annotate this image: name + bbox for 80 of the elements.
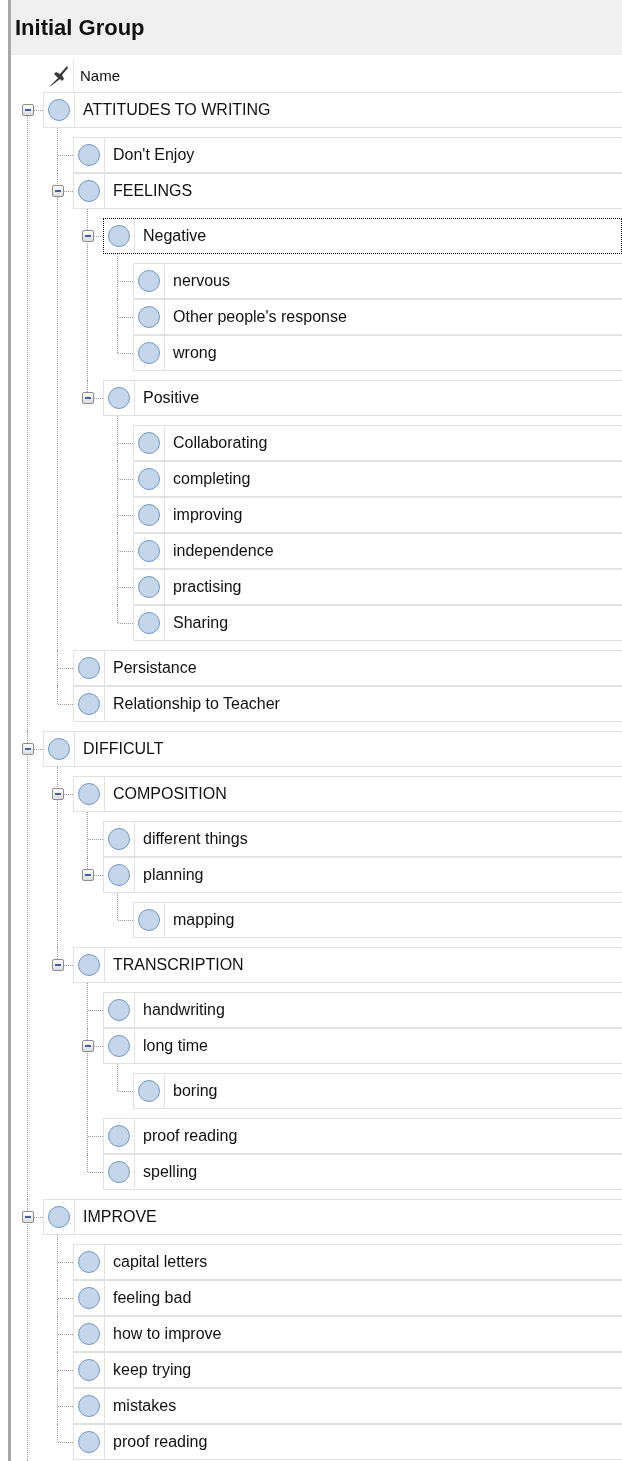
tree-item[interactable]: Relationship to Teacher bbox=[73, 686, 622, 722]
tree-item[interactable]: completing bbox=[133, 461, 622, 497]
tree-item[interactable]: FEELINGS bbox=[73, 173, 622, 209]
collapse-toggle[interactable] bbox=[82, 869, 94, 881]
circle-icon bbox=[138, 540, 160, 562]
tree-item[interactable]: handwriting bbox=[103, 992, 622, 1028]
tree-item[interactable]: Persistance bbox=[73, 650, 622, 686]
circle-icon bbox=[138, 504, 160, 526]
circle-icon bbox=[108, 225, 130, 247]
collapse-toggle[interactable] bbox=[82, 230, 94, 242]
collapse-toggle[interactable] bbox=[22, 104, 34, 116]
circle-icon bbox=[78, 144, 100, 166]
circle-icon bbox=[48, 738, 70, 760]
tree-item[interactable]: ATTITUDES TO WRITING bbox=[43, 92, 622, 128]
circle-icon bbox=[78, 954, 100, 976]
tree-item[interactable]: Other people's response bbox=[133, 299, 622, 335]
collapse-toggle[interactable] bbox=[82, 392, 94, 404]
collapse-toggle[interactable] bbox=[22, 743, 34, 755]
tree-item[interactable]: improving bbox=[133, 497, 622, 533]
tree-item[interactable]: independence bbox=[133, 533, 622, 569]
circle-icon bbox=[108, 1161, 130, 1183]
circle-icon bbox=[78, 1323, 100, 1345]
tree-item[interactable]: Sharing bbox=[133, 605, 622, 641]
tree-item[interactable]: capital letters bbox=[73, 1244, 622, 1280]
tree-item[interactable]: how to improve bbox=[73, 1316, 622, 1352]
circle-icon bbox=[108, 864, 130, 886]
tree-item[interactable]: mapping bbox=[133, 902, 622, 938]
tree-item[interactable]: spelling bbox=[103, 1154, 622, 1190]
circle-icon bbox=[78, 657, 100, 679]
circle-icon bbox=[108, 387, 130, 409]
tree-item[interactable]: boring bbox=[133, 1073, 622, 1109]
panel-title: Initial Group bbox=[15, 14, 145, 41]
tree-item[interactable]: mistakes bbox=[73, 1388, 622, 1424]
circle-icon bbox=[108, 999, 130, 1021]
column-header[interactable]: Name bbox=[74, 67, 120, 84]
tree-item[interactable]: TRANSCRIPTION bbox=[73, 947, 622, 983]
circle-icon bbox=[78, 1287, 100, 1309]
circle-icon bbox=[48, 99, 70, 121]
circle-icon bbox=[138, 468, 160, 490]
collapse-toggle[interactable] bbox=[52, 185, 64, 197]
circle-icon bbox=[78, 180, 100, 202]
tree-item[interactable]: keep trying bbox=[73, 1352, 622, 1388]
circle-icon bbox=[138, 576, 160, 598]
tree-item[interactable]: Collaborating bbox=[133, 425, 622, 461]
circle-icon bbox=[108, 1125, 130, 1147]
tree-item[interactable]: wrong bbox=[133, 335, 622, 371]
tree-item[interactable]: Positive bbox=[103, 380, 622, 416]
tree-item[interactable]: Negative bbox=[103, 218, 622, 254]
collapse-toggle[interactable] bbox=[52, 788, 64, 800]
tree-item[interactable]: planning bbox=[103, 857, 622, 893]
tree-item[interactable]: proof reading bbox=[73, 1424, 622, 1460]
tree-item[interactable]: practising bbox=[133, 569, 622, 605]
tree-item[interactable]: long time bbox=[103, 1028, 622, 1064]
tree-item[interactable]: nervous bbox=[133, 263, 622, 299]
circle-icon bbox=[78, 1395, 100, 1417]
circle-icon bbox=[138, 342, 160, 364]
collapse-toggle[interactable] bbox=[82, 1040, 94, 1052]
tree-item[interactable]: DIFFICULT bbox=[43, 731, 622, 767]
tree-item[interactable]: Don't Enjoy bbox=[73, 137, 622, 173]
circle-icon bbox=[138, 909, 160, 931]
circle-icon bbox=[78, 1431, 100, 1453]
circle-icon bbox=[138, 1080, 160, 1102]
tree-item[interactable]: IMPROVE bbox=[43, 1199, 622, 1235]
collapse-toggle[interactable] bbox=[22, 1211, 34, 1223]
tree-item[interactable]: feeling bad bbox=[73, 1280, 622, 1316]
circle-icon bbox=[48, 1206, 70, 1228]
circle-icon bbox=[78, 1359, 100, 1381]
circle-icon bbox=[78, 1251, 100, 1273]
circle-icon bbox=[78, 693, 100, 715]
circle-icon bbox=[138, 612, 160, 634]
circle-icon bbox=[138, 432, 160, 454]
collapse-toggle[interactable] bbox=[52, 959, 64, 971]
circle-icon bbox=[108, 828, 130, 850]
circle-icon bbox=[138, 270, 160, 292]
circle-icon bbox=[108, 1035, 130, 1057]
tree-item[interactable]: proof reading bbox=[103, 1118, 622, 1154]
circle-icon bbox=[138, 306, 160, 328]
tree-item[interactable]: different things bbox=[103, 821, 622, 857]
circle-icon bbox=[78, 783, 100, 805]
tree-item[interactable]: COMPOSITION bbox=[73, 776, 622, 812]
